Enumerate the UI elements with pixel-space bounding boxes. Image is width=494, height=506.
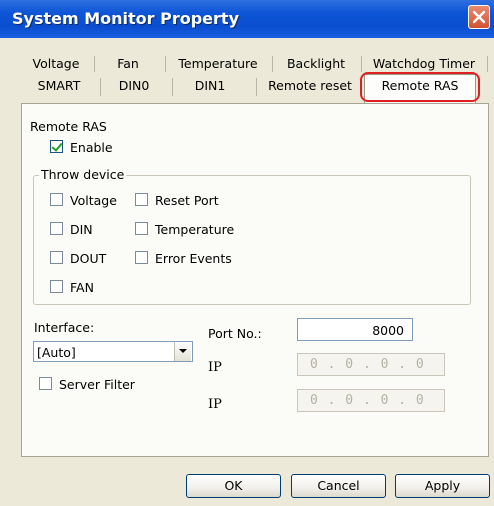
interface-label: Interface: [34, 320, 95, 335]
enable-checkbox[interactable] [50, 140, 63, 153]
ip1-label: IP [208, 360, 222, 375]
tab-backlight[interactable]: Backlight [276, 54, 356, 74]
remote-ras-label: Remote RAS [30, 119, 107, 134]
close-icon [472, 10, 486, 24]
enable-label: Enable [70, 140, 113, 155]
error-events-checkbox[interactable] [135, 251, 148, 264]
tab-separator [172, 78, 173, 96]
close-button[interactable] [468, 5, 490, 29]
server-filter-label: Server Filter [59, 377, 135, 392]
voltage-checkbox[interactable] [50, 193, 63, 206]
dialog-window: System Monitor Property Voltage Fan Temp… [0, 0, 494, 506]
tab-separator [487, 56, 488, 72]
fan-label: FAN [70, 280, 94, 295]
tab-watchdog-timer[interactable]: Watchdog Timer [366, 54, 482, 74]
dropdown-button[interactable] [174, 342, 191, 361]
tab-temperature[interactable]: Temperature [168, 54, 268, 74]
throw-device-title: Throw device [39, 167, 127, 182]
port-input[interactable]: 8000 [297, 318, 413, 341]
din-checkbox[interactable] [50, 222, 63, 235]
interface-value: [Auto] [37, 345, 76, 360]
ip2-label: IP [208, 397, 222, 412]
ip1-input[interactable]: 0 . 0 . 0 . 0 [297, 353, 445, 376]
tab-separator [94, 56, 95, 72]
tab-separator [256, 78, 257, 96]
dout-label: DOUT [70, 251, 107, 266]
tab-separator [165, 56, 166, 72]
din-label: DIN [70, 222, 93, 237]
fan-checkbox[interactable] [50, 280, 63, 293]
server-filter-checkbox[interactable] [39, 377, 52, 390]
tab-din1[interactable]: DIN1 [174, 76, 246, 96]
temperature-checkbox[interactable] [135, 222, 148, 235]
interface-select[interactable]: [Auto] [33, 341, 193, 362]
dout-checkbox[interactable] [50, 251, 63, 264]
error-events-label: Error Events [155, 251, 232, 266]
reset-port-label: Reset Port [155, 193, 219, 208]
port-label: Port No.: [208, 326, 262, 341]
port-value: 8000 [372, 323, 404, 338]
reset-port-checkbox[interactable] [135, 193, 148, 206]
window-title: System Monitor Property [12, 9, 239, 28]
cancel-button[interactable]: Cancel [291, 474, 386, 498]
chevron-down-icon [179, 349, 187, 353]
tab-separator [272, 56, 273, 72]
tab-smart[interactable]: SMART [24, 76, 94, 96]
title-bar[interactable]: System Monitor Property [0, 0, 494, 38]
tab-separator [100, 78, 101, 96]
tab-fan[interactable]: Fan [96, 54, 160, 74]
ip2-value: 0 . 0 . 0 . 0 [310, 393, 425, 408]
tab-separator [361, 56, 362, 72]
ok-button[interactable]: OK [186, 474, 281, 498]
apply-button[interactable]: Apply [395, 474, 490, 498]
temperature-label: Temperature [155, 222, 235, 237]
tab-remote-reset[interactable]: Remote reset [260, 76, 360, 96]
ip2-input[interactable]: 0 . 0 . 0 . 0 [297, 389, 445, 412]
tab-din0[interactable]: DIN0 [102, 76, 166, 96]
ip1-value: 0 . 0 . 0 . 0 [310, 357, 425, 372]
tab-voltage[interactable]: Voltage [25, 54, 87, 74]
highlight-annotation [360, 72, 480, 102]
voltage-label: Voltage [70, 193, 117, 208]
